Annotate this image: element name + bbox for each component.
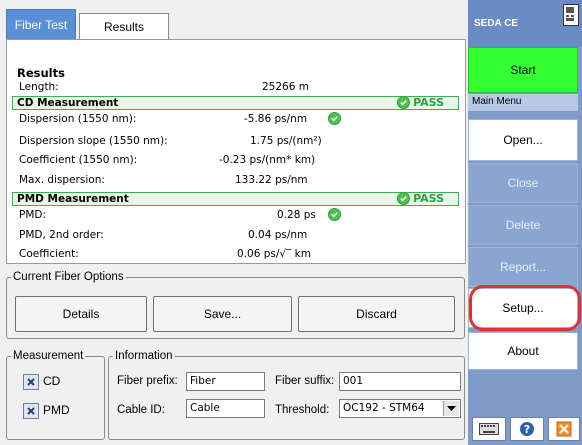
sidebar-title: SEDA CE	[474, 18, 519, 29]
main-menu-sidebar: SEDA CE Start Main Menu Open... Close De…	[468, 0, 582, 445]
device-icon	[563, 4, 579, 26]
cable-id-input[interactable]: Cable	[186, 399, 265, 418]
pmd-row-value: 0.28 ps	[277, 209, 316, 221]
save-button[interactable]: Save...	[153, 296, 292, 332]
pmd-checkbox[interactable]	[23, 403, 39, 419]
fiber-options-legend: Current Fiber Options	[13, 271, 124, 283]
cd-row-label: Max. dispersion:	[19, 174, 105, 186]
cd-pass-badge: PASS	[397, 96, 444, 109]
results-panel: Results Length: 25266 m CD Measurement P…	[6, 39, 466, 264]
delete-button[interactable]: Delete	[468, 205, 578, 245]
cd-row-value: -5.86 ps/nm	[244, 113, 308, 125]
tab-results[interactable]: Results	[79, 13, 169, 39]
cd-status: PASS	[413, 96, 444, 109]
threshold-label: Threshold:	[275, 404, 330, 416]
pmd-checkbox-label[interactable]: PMD	[43, 403, 70, 417]
pass-check-icon	[328, 208, 341, 221]
fiber-suffix-label: Fiber suffix:	[275, 375, 335, 387]
cable-id-label: Cable ID:	[117, 404, 165, 416]
pmd-row-value: 0.04 ps/nm	[248, 229, 308, 241]
pass-check-icon	[397, 192, 411, 205]
close-button[interactable]: Close	[468, 163, 578, 203]
pmd-status: PASS	[413, 192, 444, 205]
pmd-row-value: 0.06 ps/√‾ km	[237, 248, 311, 260]
measurement-group: Measurement	[6, 350, 105, 440]
fiber-suffix-input[interactable]: 001	[339, 372, 461, 391]
threshold-select[interactable]: OC192 - STM64	[339, 399, 461, 418]
setup-highlight-ring	[469, 285, 581, 331]
information-legend: Information	[115, 350, 173, 362]
exit-icon[interactable]	[548, 417, 580, 441]
cd-row-label: Dispersion (1550 nm):	[19, 113, 137, 125]
pass-check-icon	[328, 112, 341, 125]
length-value: 25266 m	[262, 81, 309, 93]
pmd-section-title: PMD Measurement	[17, 193, 129, 205]
results-heading: Results	[17, 66, 65, 80]
cd-checkbox-label[interactable]: CD	[43, 374, 60, 388]
cd-row-value: -0.23 ps/(nm* km)	[219, 154, 316, 166]
information-group: Information	[108, 350, 465, 440]
measurement-legend: Measurement	[13, 350, 84, 362]
pmd-row-label: Coefficient:	[19, 248, 79, 260]
tab-fiber-test[interactable]: Fiber Test	[6, 9, 76, 39]
threshold-value: OC192 - STM64	[343, 402, 425, 414]
length-label: Length:	[19, 81, 59, 93]
fiber-prefix-label: Fiber prefix:	[117, 375, 178, 387]
pmd-pass-badge: PASS	[397, 192, 444, 205]
fiber-prefix-input[interactable]: Fiber	[186, 372, 265, 391]
cd-checkbox[interactable]	[23, 374, 39, 390]
open-button[interactable]: Open...	[468, 119, 578, 161]
x-mark-icon	[27, 407, 35, 415]
cd-row-label: Coefficient (1550 nm):	[19, 154, 138, 166]
x-mark-icon	[27, 378, 35, 386]
cd-row-label: Dispersion slope (1550 nm):	[19, 135, 168, 147]
cd-row-value: 133.22 ps/nm	[235, 174, 308, 186]
svg-text:?: ?	[524, 423, 530, 436]
sidebar-header: SEDA CE	[468, 0, 582, 47]
keyboard-icon[interactable]	[472, 417, 506, 441]
cd-row-value: 1.75 ps/(nm²)	[250, 135, 322, 147]
start-button[interactable]: Start	[468, 47, 578, 93]
discard-button[interactable]: Discard	[298, 296, 455, 332]
pmd-row-label: PMD:	[19, 209, 47, 221]
chevron-down-icon[interactable]	[443, 401, 459, 416]
pmd-row-label: PMD, 2nd order:	[19, 229, 104, 241]
about-button[interactable]: About	[468, 332, 578, 370]
pass-check-icon	[397, 96, 411, 109]
cd-section-header: CD Measurement PASS	[12, 96, 459, 110]
details-button[interactable]: Details	[15, 296, 147, 332]
pmd-section-header: PMD Measurement PASS	[12, 192, 459, 206]
cd-section-title: CD Measurement	[17, 97, 119, 109]
main-menu-label: Main Menu	[468, 94, 578, 111]
report-button[interactable]: Report...	[468, 247, 578, 287]
help-icon[interactable]: ?	[510, 417, 544, 441]
